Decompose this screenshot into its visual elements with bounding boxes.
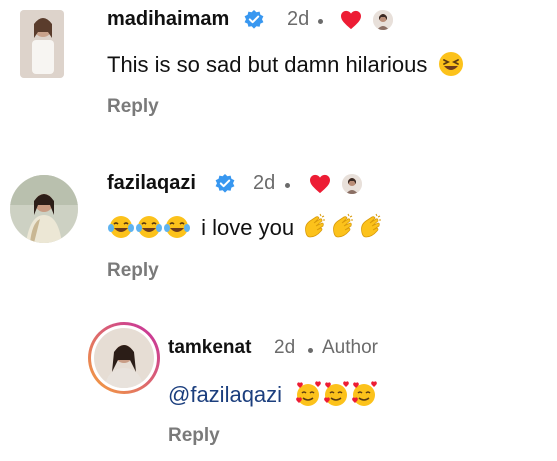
timestamp: 2d: [287, 8, 310, 30]
author-label: Author: [322, 337, 378, 358]
username[interactable]: fazilaqazi: [107, 172, 196, 195]
timestamp: 2d: [274, 337, 296, 358]
smiling-hearts-emoji-icon: [296, 381, 322, 407]
username[interactable]: madihaimam: [107, 8, 229, 31]
username[interactable]: tamkenat: [168, 337, 251, 359]
liked-heart-icon[interactable]: [309, 174, 331, 194]
avatar[interactable]: [20, 10, 64, 78]
liked-heart-icon[interactable]: [340, 10, 362, 30]
verified-badge-icon: [244, 10, 264, 29]
tears-of-joy-emoji-icon: [136, 216, 162, 239]
mention-link[interactable]: @fazilaqazi: [168, 382, 282, 407]
story-ring-avatar[interactable]: [88, 322, 160, 394]
comment-text: i love you: [107, 213, 384, 241]
separator-dot: [318, 19, 323, 24]
tears-of-joy-emoji-icon: [164, 216, 190, 239]
tears-of-joy-emoji-icon: [108, 216, 134, 239]
comment-text: This is so sad but damn hilarious: [107, 52, 464, 78]
comment-text: @fazilaqazi: [168, 381, 378, 408]
separator-dot: [285, 183, 290, 188]
timestamp: 2d: [253, 172, 276, 194]
creator-avatar-icon: [373, 10, 393, 30]
clapping-hands-emoji-icon: [305, 213, 326, 238]
avatar[interactable]: [10, 175, 78, 243]
reply-button[interactable]: Reply: [107, 96, 159, 118]
smiling-hearts-emoji-icon: [324, 381, 350, 407]
creator-avatar-icon: [342, 174, 362, 194]
reply-button[interactable]: Reply: [107, 260, 159, 282]
laughing-emoji-icon: [438, 52, 463, 77]
smiling-hearts-emoji-icon: [352, 381, 378, 407]
separator-dot: [308, 348, 313, 353]
verified-badge-icon: [215, 174, 235, 193]
clapping-hands-emoji-icon: [333, 213, 354, 238]
reply-button[interactable]: Reply: [168, 425, 220, 447]
clapping-hands-emoji-icon: [361, 213, 382, 238]
